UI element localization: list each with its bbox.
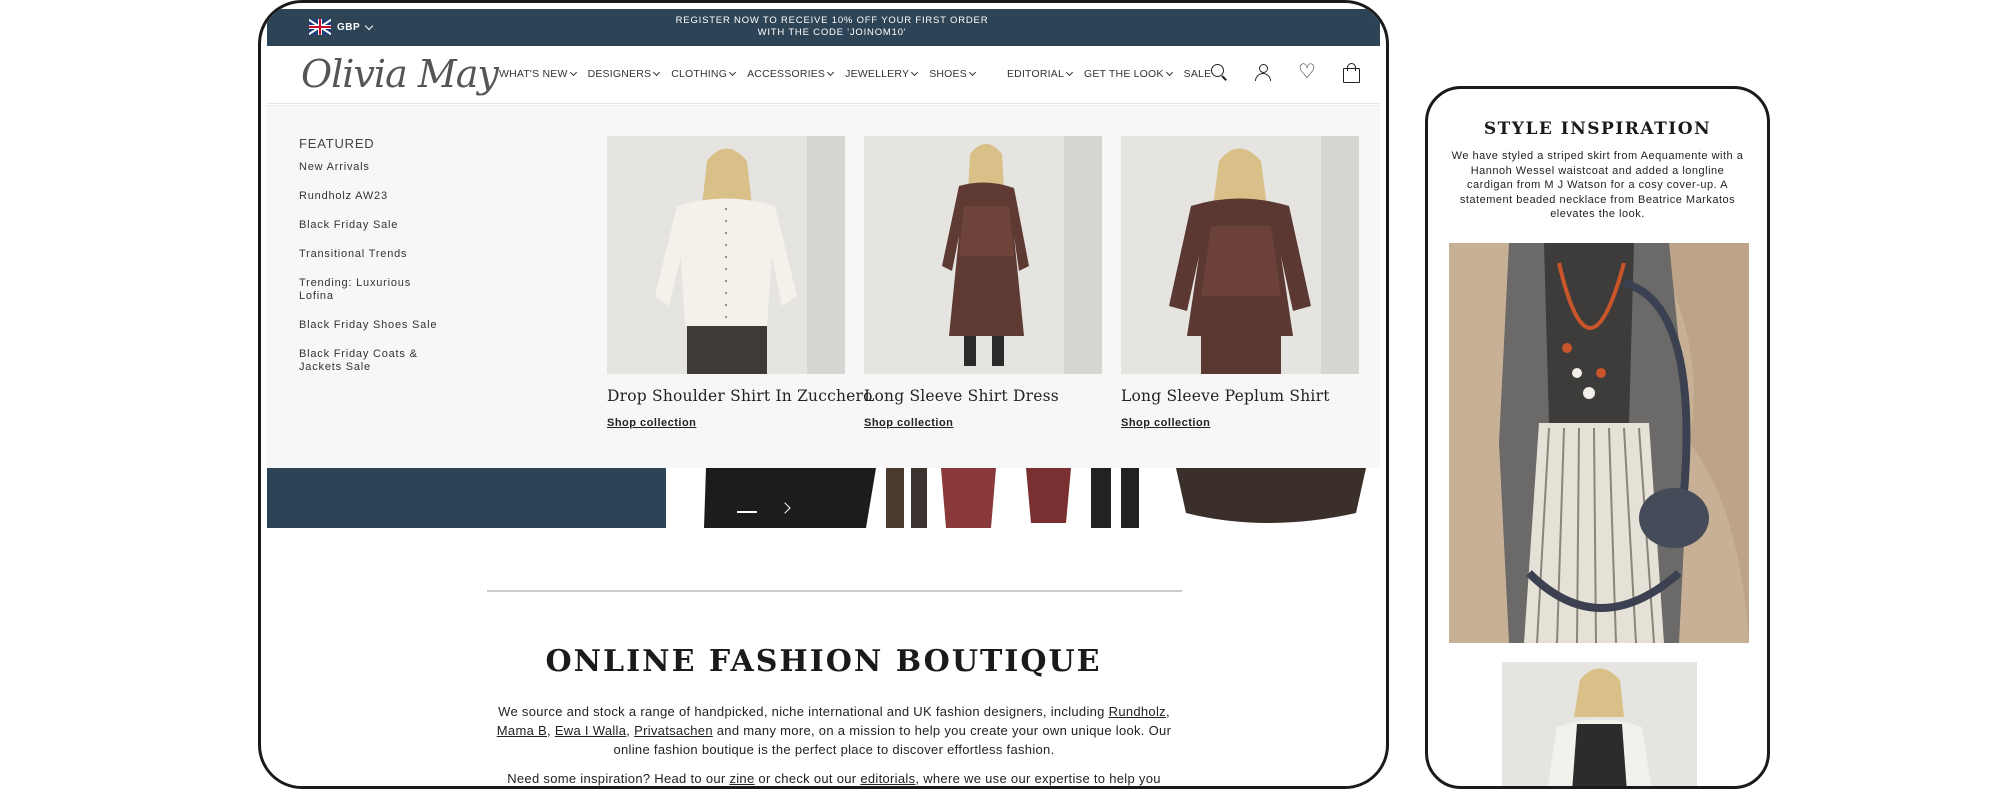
nav-jewellery[interactable]: JEWELLERY bbox=[845, 68, 919, 80]
nav-whats-new[interactable]: WHAT'S NEW bbox=[499, 68, 577, 80]
product-photo[interactable] bbox=[864, 136, 1102, 374]
uk-flag-icon bbox=[309, 19, 331, 35]
style-look-image[interactable] bbox=[1502, 662, 1697, 786]
text: Need some inspiration? Head to our bbox=[507, 771, 730, 786]
style-inspiration-text: We have styled a striped skirt from Aequ… bbox=[1451, 150, 1744, 220]
search-icon[interactable] bbox=[1209, 62, 1229, 82]
mega-menu: FEATURED New Arrivals Rundholz AW23 Blac… bbox=[267, 105, 1380, 468]
main-nav: WHAT'S NEW DESIGNERS CLOTHING ACCESSORIE… bbox=[499, 68, 1211, 80]
nav-editorial[interactable]: EDITORIAL bbox=[1006, 68, 1074, 80]
product-title[interactable]: Long Sleeve Shirt Dress bbox=[864, 387, 1102, 405]
product-card[interactable]: Long Sleeve Shirt Dress Shop collection bbox=[864, 136, 1102, 429]
link-editorials[interactable]: editorials bbox=[860, 771, 915, 786]
menu-link-shoes-sale[interactable]: Black Friday Shoes Sale bbox=[299, 319, 449, 332]
bag-icon[interactable] bbox=[1341, 62, 1361, 83]
text: We source and stock a range of handpicke… bbox=[498, 704, 1109, 719]
text: or check out our bbox=[754, 771, 861, 786]
announcement-bar: GBP REGISTER NOW TO RECEIVE 10% OFF YOUR… bbox=[267, 9, 1380, 46]
text: , bbox=[546, 723, 555, 738]
link-mama-b[interactable]: Mama B bbox=[497, 723, 547, 738]
nav-sale[interactable]: SALE bbox=[1184, 68, 1212, 80]
phone-frame: STYLE INSPIRATION We have styled a strip… bbox=[1425, 86, 1770, 789]
currency-label: GBP bbox=[337, 21, 361, 33]
tablet-frame: GBP REGISTER NOW TO RECEIVE 10% OFF YOUR… bbox=[258, 0, 1389, 789]
product-photo[interactable] bbox=[607, 136, 845, 374]
product-title[interactable]: Long Sleeve Peplum Shirt bbox=[1121, 387, 1359, 405]
model-peplum-shirt-image bbox=[1121, 136, 1359, 374]
nav-label: GET THE LOOK bbox=[1084, 68, 1164, 80]
site-logo[interactable]: Olivia May bbox=[301, 52, 499, 96]
heart-icon[interactable]: ♡ bbox=[1297, 62, 1317, 82]
inspiration-text: Need some inspiration? Head to our zine … bbox=[489, 769, 1179, 786]
model-white-shirt-image bbox=[607, 136, 845, 374]
menu-link-lofina[interactable]: Trending: Luxurious Lofina bbox=[299, 277, 449, 303]
link-privatsachen[interactable]: Privatsachen bbox=[634, 723, 713, 738]
model-waistcoat-image bbox=[1502, 662, 1697, 786]
chevron-down-icon bbox=[968, 68, 976, 77]
product-title[interactable]: Drop Shoulder Shirt In Zucchero bbox=[607, 387, 873, 405]
shop-collection-link[interactable]: Shop collection bbox=[1121, 417, 1359, 429]
boutique-heading: ONLINE FASHION BOUTIQUE bbox=[545, 644, 1102, 679]
menu-link-black-friday-sale[interactable]: Black Friday Sale bbox=[299, 219, 449, 232]
text: , bbox=[1165, 704, 1170, 719]
style-inspiration-heading: STYLE INSPIRATION bbox=[1483, 119, 1712, 139]
nav-label: SHOES bbox=[929, 68, 967, 80]
nav-label: CLOTHING bbox=[671, 68, 728, 80]
chevron-down-icon bbox=[364, 21, 374, 30]
link-rundholz[interactable]: Rundholz bbox=[1109, 704, 1166, 719]
shop-collection-link[interactable]: Shop collection bbox=[607, 417, 845, 429]
nav-label: DESIGNERS bbox=[587, 68, 652, 80]
nav-label: JEWELLERY bbox=[845, 68, 910, 80]
menu-link-rundholz[interactable]: Rundholz AW23 bbox=[299, 190, 449, 203]
hero-image bbox=[666, 468, 1380, 528]
main-header: Olivia May WHAT'S NEW DESIGNERS CLOTHING… bbox=[267, 46, 1380, 104]
nav-label: WHAT'S NEW bbox=[499, 68, 568, 80]
nav-accessories[interactable]: ACCESSORIES bbox=[747, 68, 835, 80]
nav-label: SALE bbox=[1183, 68, 1212, 80]
chevron-down-icon bbox=[729, 68, 737, 77]
nav-shoes[interactable]: SHOES bbox=[929, 68, 976, 80]
nav-label: EDITORIAL bbox=[1006, 68, 1064, 80]
section-divider bbox=[487, 590, 1182, 592]
chevron-down-icon bbox=[653, 68, 661, 77]
model-shirt-dress-image bbox=[864, 136, 1102, 374]
chevron-down-icon bbox=[1065, 68, 1074, 77]
nav-get-the-look[interactable]: GET THE LOOK bbox=[1084, 68, 1173, 80]
slider-indicator[interactable] bbox=[737, 511, 757, 513]
hero-models-image bbox=[666, 468, 1380, 528]
nav-label: ACCESSORIES bbox=[747, 68, 826, 80]
nav-designers[interactable]: DESIGNERS bbox=[587, 68, 661, 80]
boutique-description: We source and stock a range of handpicke… bbox=[489, 702, 1179, 759]
link-zine[interactable]: zine bbox=[729, 771, 754, 786]
link-ewa-i-walla[interactable]: Ewa I Walla bbox=[555, 723, 626, 738]
text: , bbox=[626, 723, 635, 738]
desktop-screen: GBP REGISTER NOW TO RECEIVE 10% OFF YOUR… bbox=[267, 9, 1380, 786]
nav-clothing[interactable]: CLOTHING bbox=[671, 68, 737, 80]
product-card[interactable]: Long Sleeve Peplum Shirt Shop collection bbox=[1121, 136, 1359, 429]
chevron-down-icon bbox=[569, 68, 577, 77]
header-icons: ♡ bbox=[1209, 62, 1361, 83]
account-icon[interactable] bbox=[1253, 62, 1273, 82]
model-cardigan-image bbox=[1449, 243, 1749, 643]
menu-link-coats-sale[interactable]: Black Friday Coats & Jackets Sale bbox=[299, 348, 449, 374]
product-photo[interactable] bbox=[1121, 136, 1359, 374]
text: , where we use our expertise to help you bbox=[915, 771, 1161, 786]
menu-link-new-arrivals[interactable]: New Arrivals bbox=[299, 161, 449, 174]
product-card[interactable]: Drop Shoulder Shirt In Zucchero Shop col… bbox=[607, 136, 873, 429]
promo-text: REGISTER NOW TO RECEIVE 10% OFF YOUR FIR… bbox=[675, 15, 989, 38]
hero-panel bbox=[267, 468, 666, 528]
chevron-down-icon bbox=[1165, 68, 1173, 77]
chevron-down-icon bbox=[911, 68, 919, 77]
style-look-image[interactable] bbox=[1449, 243, 1749, 643]
chevron-down-icon bbox=[827, 68, 835, 77]
featured-list: FEATURED New Arrivals Rundholz AW23 Blac… bbox=[299, 136, 449, 390]
currency-selector[interactable]: GBP bbox=[309, 19, 374, 35]
featured-title: FEATURED bbox=[299, 136, 375, 151]
shop-collection-link[interactable]: Shop collection bbox=[864, 417, 1102, 429]
menu-link-transitional-trends[interactable]: Transitional Trends bbox=[299, 248, 449, 261]
